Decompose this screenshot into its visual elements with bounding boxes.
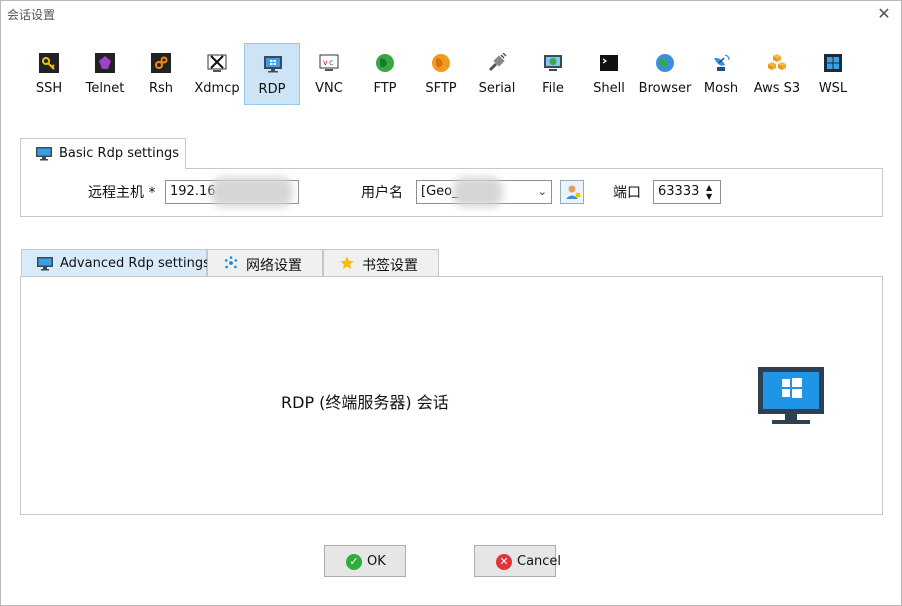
aws-cubes-icon — [768, 54, 786, 70]
protocol-label: Browser — [638, 81, 692, 96]
protocol-sftp[interactable]: SFTP — [413, 43, 469, 105]
basic-settings-panel: 远程主机 * 192.16 用户名 [Geo_ ⌄ 端口 63333 ▲ ▼ — [20, 168, 883, 217]
check-icon: ✓ — [346, 554, 362, 570]
redacted-blur — [453, 177, 503, 207]
wsl-windows-icon — [824, 54, 842, 72]
protocol-label: Telnet — [85, 81, 125, 96]
protocol-serial[interactable]: Serial — [469, 43, 525, 105]
ok-button[interactable]: ✓ OK — [324, 545, 406, 577]
protocol-shell[interactable]: Shell — [581, 43, 637, 105]
user-manager-button[interactable] — [560, 180, 584, 204]
close-button[interactable]: ✕ — [873, 3, 895, 25]
session-settings-window: 会话设置 ✕ SSH Telnet Rsh Xdmcp RDP vc VNC F… — [0, 0, 902, 606]
protocol-ftp[interactable]: FTP — [357, 43, 413, 105]
rdp-monitor-icon — [264, 56, 282, 73]
ok-button-label: OK — [367, 554, 386, 569]
tab-bookmark-settings[interactable]: 书签设置 — [323, 249, 439, 277]
browser-globe-icon — [656, 54, 674, 72]
protocol-label: FTP — [373, 81, 397, 96]
remote-host-value: 192.16 — [170, 184, 216, 199]
rsh-icon — [151, 53, 171, 73]
vnc-icon: vc — [319, 54, 339, 71]
protocol-wsl[interactable]: WSL — [805, 43, 861, 105]
protocol-file[interactable]: File — [525, 43, 581, 105]
rdp-monitor-large-icon — [758, 367, 824, 424]
tab-advanced-rdp-settings[interactable]: Advanced Rdp settings — [21, 249, 210, 277]
xdmcp-icon — [207, 54, 227, 72]
tab-basic-rdp-settings[interactable]: Basic Rdp settings — [20, 138, 186, 169]
cancel-icon: ✕ — [496, 554, 512, 570]
network-icon — [224, 256, 238, 269]
shell-terminal-icon — [600, 55, 618, 71]
protocol-ssh[interactable]: SSH — [21, 43, 77, 105]
spin-up-icon[interactable]: ▲ — [706, 183, 716, 192]
remote-host-label: 远程主机 * — [88, 185, 156, 201]
spin-down-icon[interactable]: ▼ — [706, 192, 716, 201]
cancel-button-label: Cancel — [517, 554, 562, 569]
protocol-label: SSH — [35, 81, 63, 96]
port-value: 63333 — [658, 184, 700, 199]
session-description: RDP (终端服务器) 会话 — [281, 393, 449, 412]
svg-text:v: v — [323, 58, 328, 67]
protocol-mosh[interactable]: Mosh — [693, 43, 749, 105]
tab-network-settings[interactable]: 网络设置 — [207, 249, 323, 277]
port-input[interactable]: 63333 ▲ ▼ — [653, 180, 721, 204]
monitor-icon — [36, 147, 52, 161]
protocol-label: SFTP — [425, 81, 457, 96]
protocol-rsh[interactable]: Rsh — [133, 43, 189, 105]
protocol-browser[interactable]: Browser — [637, 43, 693, 105]
protocol-rdp[interactable]: RDP — [244, 43, 300, 105]
key-icon — [39, 53, 59, 73]
serial-plug-icon — [488, 53, 507, 72]
protocol-label: Serial — [478, 81, 516, 96]
username-label: 用户名 — [361, 185, 403, 201]
protocol-label: Shell — [593, 81, 625, 96]
title-bar: 会话设置 ✕ — [1, 1, 901, 27]
star-icon — [340, 256, 354, 270]
ftp-globe-icon — [376, 54, 394, 72]
user-icon — [566, 185, 581, 199]
advanced-settings-panel: RDP (终端服务器) 会话 — [20, 276, 883, 515]
tab-label: 网络设置 — [246, 258, 302, 274]
telnet-icon — [95, 53, 115, 73]
protocol-label: Mosh — [703, 81, 739, 96]
tab-label: Basic Rdp settings — [59, 146, 180, 161]
tab-label: Advanced Rdp settings — [60, 256, 210, 271]
monitor-icon — [37, 257, 53, 271]
tab-label: 书签设置 — [362, 258, 418, 274]
protocol-label: VNC — [315, 81, 343, 96]
file-monitor-icon — [544, 55, 562, 71]
port-label: 端口 — [613, 185, 641, 201]
protocol-aws-s3[interactable]: Aws S3 — [749, 43, 805, 105]
protocol-label: Rsh — [148, 81, 174, 96]
sftp-globe-icon — [432, 54, 450, 72]
protocol-label: Aws S3 — [753, 81, 801, 96]
tab-joint — [21, 168, 185, 170]
protocol-label: WSL — [818, 81, 848, 96]
protocol-xdmcp[interactable]: Xdmcp — [189, 43, 245, 105]
chevron-down-icon: ⌄ — [537, 185, 547, 198]
mosh-satellite-icon — [714, 54, 730, 71]
protocol-label: File — [542, 81, 564, 96]
redacted-blur — [211, 177, 293, 207]
svg-text:c: c — [329, 58, 333, 67]
port-spinner[interactable]: ▲ ▼ — [706, 183, 716, 201]
protocol-telnet[interactable]: Telnet — [77, 43, 133, 105]
window-title: 会话设置 — [7, 8, 56, 22]
protocol-label: RDP — [258, 82, 286, 97]
protocol-vnc[interactable]: vc VNC — [301, 43, 357, 105]
cancel-button[interactable]: ✕ Cancel — [474, 545, 561, 577]
protocol-label: Xdmcp — [194, 81, 240, 96]
